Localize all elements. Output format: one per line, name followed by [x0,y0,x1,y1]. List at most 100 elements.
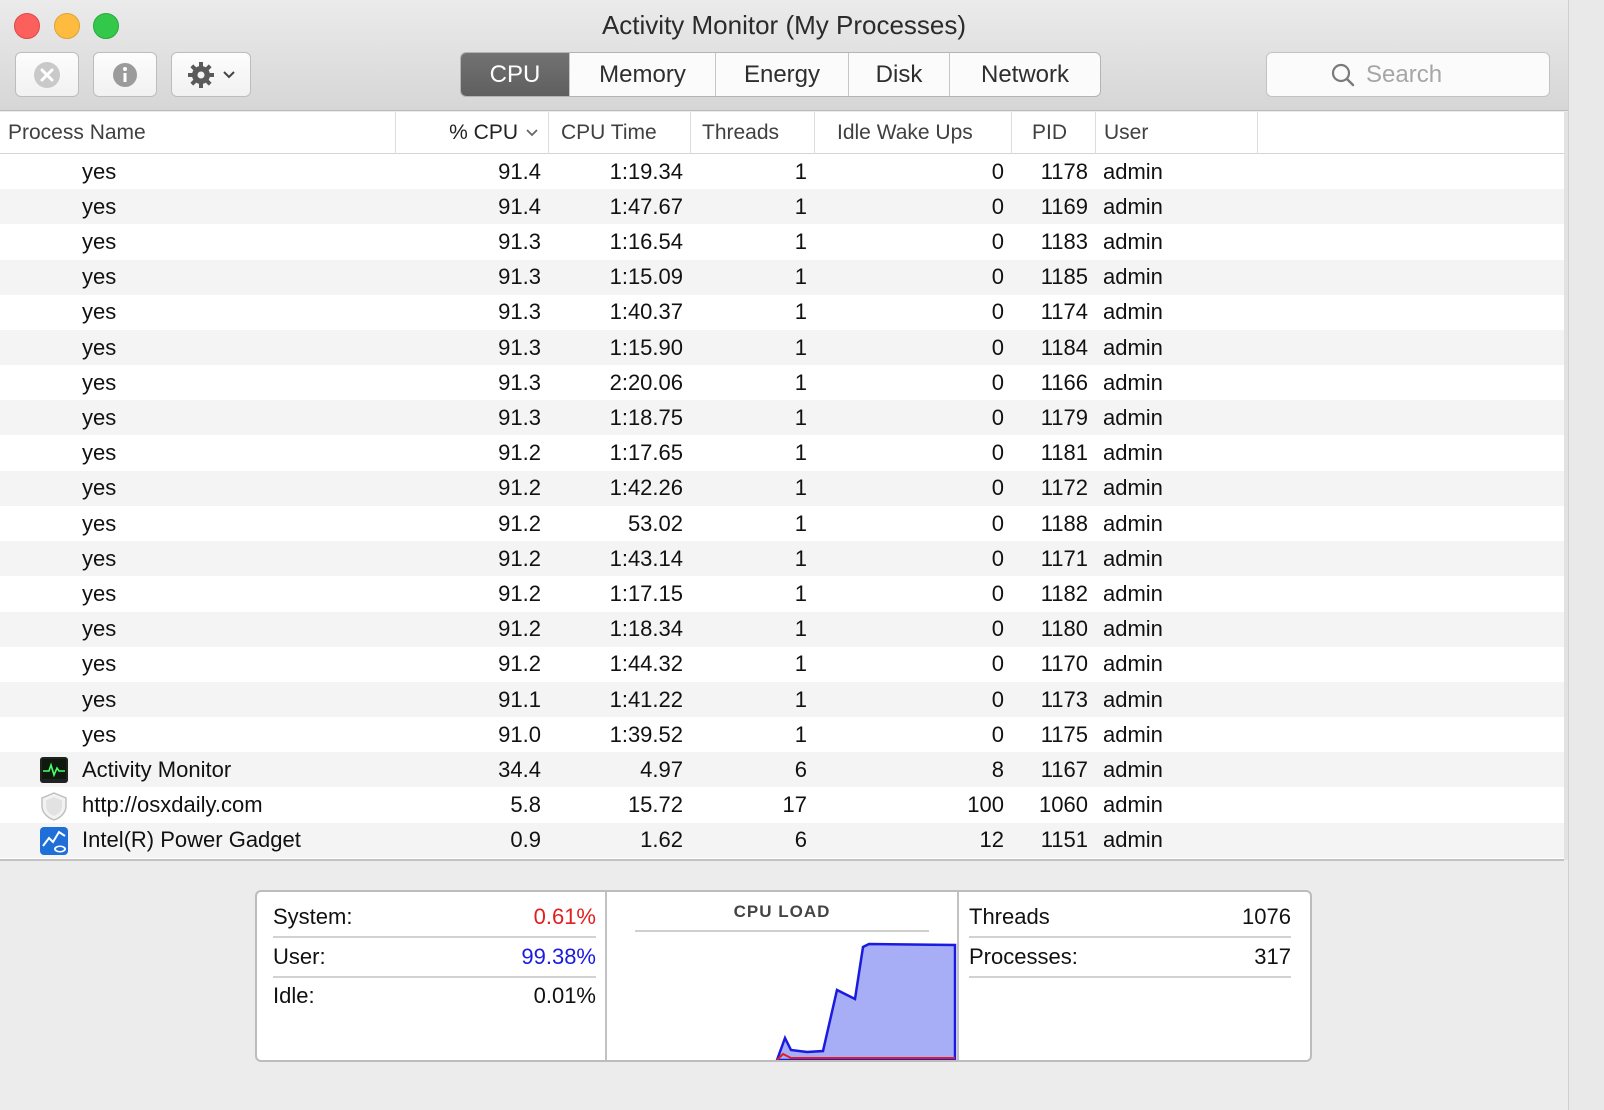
pid-cell: 1170 [1040,651,1088,677]
cpu-percent-cell: 91.2 [498,545,541,571]
table-row[interactable]: http://osxdaily.com 5.8 15.72 17 100 1060 admi… [0,788,1564,823]
cpu-percent-cell: 91.0 [498,721,541,747]
table-row[interactable]: yes 91.4 1:47.67 1 0 1169 admin [0,189,1564,225]
table-row[interactable]: Activity Monitor 34.4 4.97 6 8 1167 admin [0,752,1564,788]
idle-wake-ups-cell: 0 [991,193,1004,219]
user-cell: admin [1103,792,1163,818]
table-row[interactable]: yes 91.3 1:40.37 1 0 1174 admin [0,295,1564,330]
search-field[interactable] [1266,52,1550,97]
idle-wake-ups-cell: 0 [991,510,1004,536]
power-gadget-icon [39,826,69,856]
user-cell: admin [1103,686,1163,712]
inspect-process-button[interactable] [93,52,157,97]
cpu-percent-cell: 91.4 [498,193,541,219]
system-usage-row: System: 0.61% [273,898,596,938]
user-cell: admin [1103,404,1163,430]
user-cell: admin [1103,580,1163,606]
table-row[interactable]: yes 91.2 1:18.34 1 0 1180 admin [0,611,1564,647]
tab-memory[interactable]: Memory [569,53,715,96]
table-row[interactable]: yes 91.3 1:18.75 1 0 1179 admin [0,400,1564,436]
pid-cell: 1181 [1040,440,1088,466]
threads-cell: 1 [794,369,807,395]
pid-cell: 1173 [1040,686,1088,712]
column-header-process-name[interactable]: Process Name [0,112,396,154]
user-cell: admin [1103,334,1163,360]
pid-cell: 1178 [1040,158,1088,184]
table-row[interactable]: yes 91.2 53.02 1 0 1188 admin [0,506,1564,541]
process-name-cell: yes [82,510,117,536]
pid-cell: 1167 [1040,756,1088,782]
user-value: 99.38% [521,944,596,969]
table-row[interactable]: yes 91.0 1:39.52 1 0 1175 admin [0,717,1564,752]
stop-x-icon [34,61,60,88]
tab-network[interactable]: Network [949,53,1100,96]
process-name-cell: yes [82,580,117,606]
threads-cell: 17 [782,792,807,818]
column-header-label: User [1104,121,1149,144]
column-header-label: Idle Wake Ups [837,121,973,144]
user-usage-row: User: 99.38% [273,938,596,978]
quit-process-button[interactable] [15,52,79,97]
threads-cell: 6 [794,756,807,782]
tab-energy[interactable]: Energy [715,53,848,96]
table-row[interactable]: yes 91.2 1:17.65 1 0 1181 admin [0,436,1564,471]
tab-disk[interactable]: Disk [848,53,949,96]
pid-cell: 1174 [1040,299,1088,325]
column-header-idle-wake-ups[interactable]: Idle Wake Ups [815,112,1012,154]
column-header-threads[interactable]: Threads [691,112,815,154]
table-row[interactable]: yes 91.3 1:15.90 1 0 1184 admin [0,330,1564,365]
cpu-percent-cell: 91.1 [498,686,541,712]
table-row[interactable]: yes 91.3 2:20.06 1 0 1166 admin [0,365,1564,400]
threads-cell: 1 [794,616,807,642]
thread-process-counts: Threads 1076 Processes: 317 [959,892,1310,1060]
idle-value: 0.01% [533,983,596,1008]
threads-cell: 1 [794,193,807,219]
process-name-cell: yes [82,334,117,360]
column-header-label: Process Name [8,121,146,144]
user-label: User: [273,944,326,969]
threads-cell: 1 [794,264,807,290]
idle-wake-ups-cell: 8 [991,756,1004,782]
column-header-cpu-percent[interactable]: % CPU [396,112,549,154]
cpu-percent-cell: 91.3 [498,334,541,360]
user-cell: admin [1103,827,1163,853]
search-input[interactable] [1366,60,1486,89]
cpu-percent-cell: 91.3 [498,404,541,430]
cpu-time-cell: 1:17.65 [609,440,683,466]
table-row[interactable]: yes 91.3 1:15.09 1 0 1185 admin [0,259,1564,295]
cpu-time-cell: 1:42.26 [609,475,683,501]
table-row[interactable]: yes 91.2 1:17.15 1 0 1182 admin [0,576,1564,611]
table-row[interactable]: yes 91.2 1:44.32 1 0 1170 admin [0,647,1564,682]
gear-icon [188,61,214,88]
cpu-time-cell: 1:43.14 [609,545,683,571]
column-header-user[interactable]: User [1096,112,1258,154]
table-row[interactable]: Intel(R) Power Gadget 0.9 1.62 6 12 1151 admin [0,822,1564,858]
cpu-time-cell: 2:20.06 [609,369,683,395]
tab-cpu[interactable]: CPU [461,53,569,96]
column-header-pid[interactable]: PID [1012,112,1096,154]
threads-cell: 1 [794,510,807,536]
action-menu-button[interactable] [171,52,251,97]
desktop-background [1568,0,1604,1110]
user-cell: admin [1103,369,1163,395]
cpu-load-graph [775,942,957,1060]
process-name-cell: yes [82,616,117,642]
cpu-time-cell: 4.97 [640,756,683,782]
user-load-area [775,942,957,1060]
activity-monitor-window: Activity Monitor (My Processes) CPU Memo… [0,0,1568,1110]
table-row[interactable]: yes 91.2 1:42.26 1 0 1172 admin [0,470,1564,506]
column-header-label: % CPU [449,121,518,144]
idle-wake-ups-cell: 0 [991,369,1004,395]
column-header-cpu-time[interactable]: CPU Time [549,112,691,154]
idle-wake-ups-cell: 0 [991,651,1004,677]
cpu-time-cell: 1.62 [640,827,683,853]
cpu-load-graph-section: CPU LOAD [607,892,959,1060]
table-row[interactable]: yes 91.4 1:19.34 1 0 1178 admin [0,154,1564,189]
cpu-percent-cell: 34.4 [498,756,541,782]
cpu-percent-cell: 5.8 [510,792,541,818]
table-row[interactable]: yes 91.3 1:16.54 1 0 1183 admin [0,224,1564,259]
table-row[interactable]: yes 91.2 1:43.14 1 0 1171 admin [0,541,1564,577]
table-row[interactable]: yes 91.1 1:41.22 1 0 1173 admin [0,682,1564,717]
cpu-percent-cell: 91.2 [498,440,541,466]
idle-wake-ups-cell: 0 [991,440,1004,466]
